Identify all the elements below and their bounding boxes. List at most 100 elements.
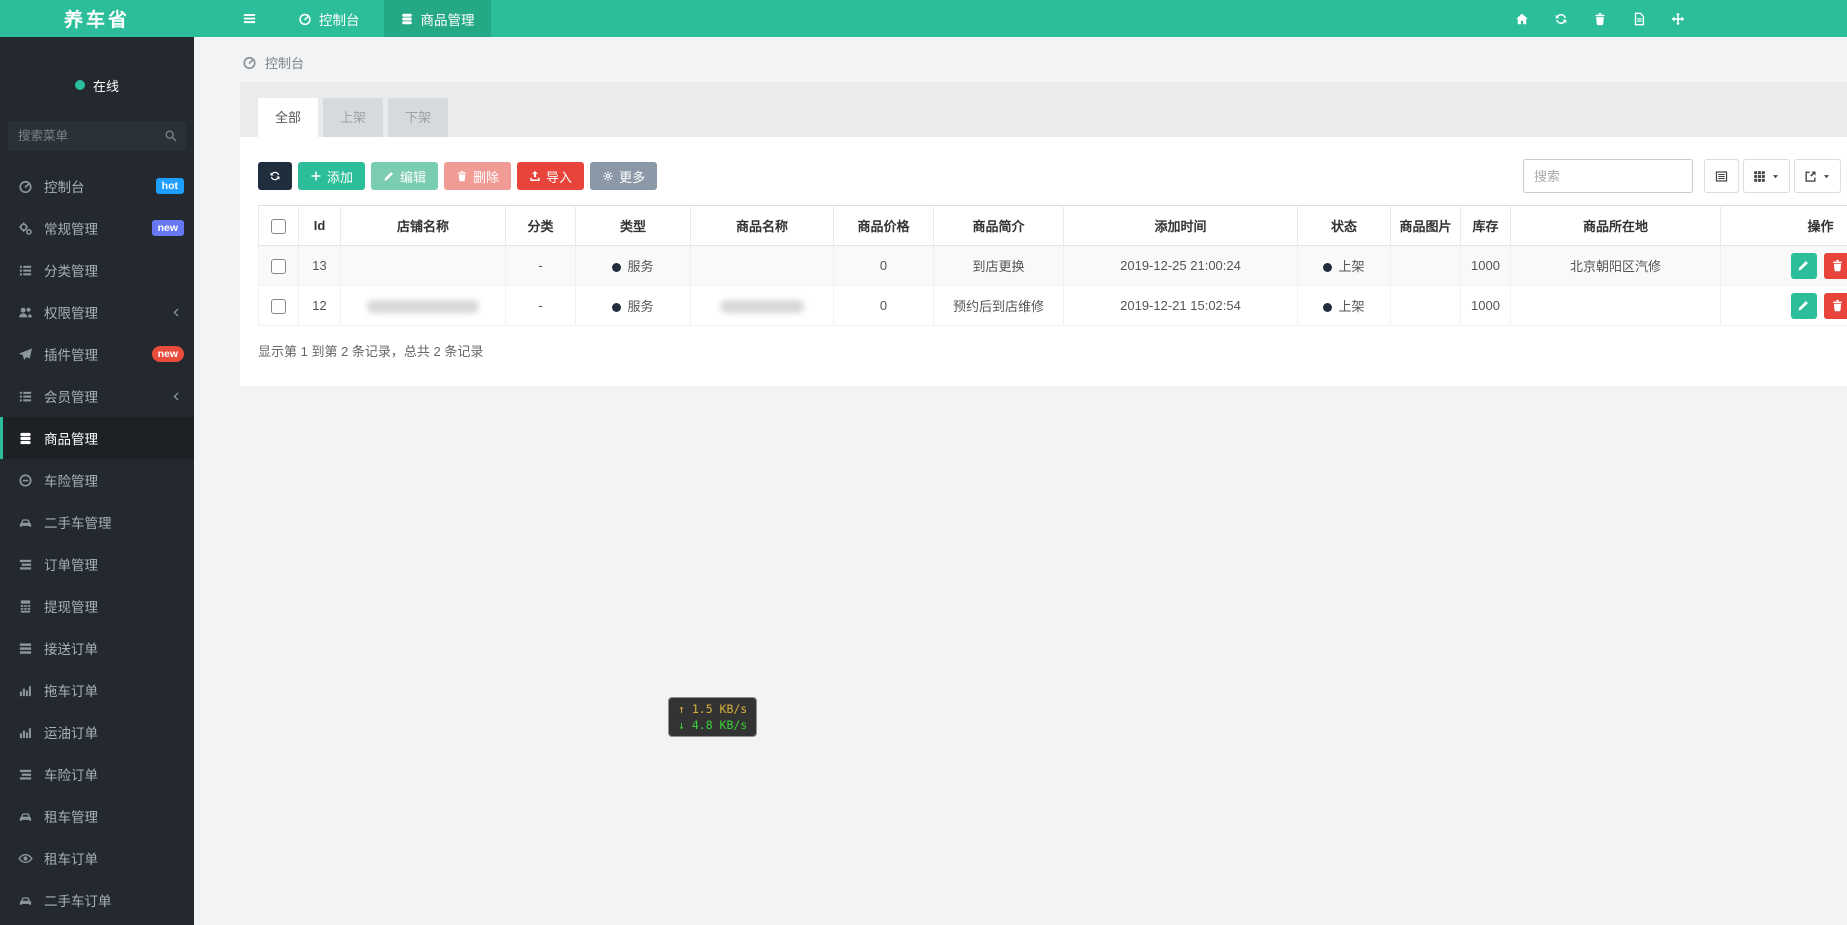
network-speed-widget: ↑ 1.5 KB/s ↓ 4.8 KB/s [668,697,757,737]
download-speed: ↓ 4.8 KB/s [678,717,747,733]
header-tab-goods[interactable]: 商品管理 [384,0,491,37]
sidebar-search [8,121,186,151]
caret-down-icon [1771,169,1780,184]
sidebar-item-rent-order[interactable]: 租车订单 [0,837,194,879]
bar-chart-icon [18,683,33,698]
table-search-input[interactable] [1523,159,1693,193]
sidebar-item-label: 车险管理 [44,470,98,490]
sidebar-item-car-insurance[interactable]: 车险管理 [0,459,194,501]
sidebar-item-pickup-order[interactable]: 接送订单 [0,627,194,669]
add-button[interactable]: 添加 [298,162,365,190]
sidebar-item-category[interactable]: 分类管理 [0,249,194,291]
online-status: 在线 [0,37,194,103]
docs-button[interactable] [1619,0,1658,37]
row-checkbox[interactable] [271,299,286,314]
sidebar-item-label: 权限管理 [44,302,98,322]
sidebar-item-withdraw[interactable]: 提现管理 [0,585,194,627]
fullscreen-button[interactable] [1658,0,1697,37]
tab-off-shelf[interactable]: 下架 [388,98,448,137]
database-icon [18,431,33,446]
header-tab-dashboard[interactable]: 控制台 [282,0,376,37]
status-dot [1323,263,1332,272]
sidebar-item-oil-order[interactable]: 运油订单 [0,711,194,753]
header-actions [1502,0,1847,37]
gear-icon [602,170,614,182]
col-price: 商品价格 [834,206,934,246]
refresh-icon [269,170,281,182]
sidebar-item-insurance-order[interactable]: 车险订单 [0,753,194,795]
tab-on-shelf[interactable]: 上架 [323,98,383,137]
detail-view-icon [1715,170,1728,183]
sidebar-item-label: 车险订单 [44,764,98,784]
cell-stock: 1000 [1461,246,1511,286]
menu-search-input[interactable] [8,121,186,151]
col-category: 分类 [506,206,576,246]
sidebar-item-general[interactable]: 常规管理 new [0,207,194,249]
import-button[interactable]: 导入 [517,162,584,190]
app-logo: 养车省 [0,0,194,37]
goods-panel: 全部 上架 下架 添加 编辑 [240,82,1847,386]
row-delete-button[interactable] [1824,253,1847,279]
sidebar-item-label: 接送订单 [44,638,98,658]
columns-button[interactable] [1743,159,1790,193]
toolbar-right [1523,159,1841,193]
sidebar-item-member[interactable]: 会员管理 [0,375,194,417]
status-dot [612,303,621,312]
refresh-button[interactable] [1541,0,1580,37]
more-button[interactable]: 更多 [590,162,657,190]
cell-category: - [506,286,576,326]
rocket-icon [18,347,33,362]
list-icon [18,389,33,404]
sidebar-item-goods[interactable]: 商品管理 [0,417,194,459]
arrows-icon [1671,12,1685,26]
upload-speed: ↑ 1.5 KB/s [678,701,747,717]
sidebar-item-rent[interactable]: 租车管理 [0,795,194,837]
table-row[interactable]: 13 - 服务 0 到店更换 2019-12-25 21:00:24 上架 10… [259,246,1847,286]
export-button[interactable] [1794,159,1841,193]
edit-button-label: 编辑 [400,167,426,186]
sidebar-item-permission[interactable]: 权限管理 [0,291,194,333]
import-button-label: 导入 [546,167,572,186]
table-row[interactable]: 12 - 服务 0 预约后到店维修 2019-12-21 15:02:54 上架… [259,286,1847,326]
cell-location [1511,286,1721,326]
delete-button[interactable]: 删除 [444,162,511,190]
cell-type: 服务 [576,246,691,286]
sidebar-item-usedcar-order[interactable]: 二手车订单 [0,879,194,921]
sidebar-item-usedcar[interactable]: 二手车管理 [0,501,194,543]
edit-button[interactable]: 编辑 [371,162,438,190]
record-summary: 显示第 1 到第 2 条记录，总共 2 条记录 [258,341,1847,360]
refresh-button[interactable] [258,162,292,190]
breadcrumb: 控制台 [194,37,1847,82]
top-header: 养车省 控制台 商品管理 [0,0,1847,37]
row-edit-button[interactable] [1791,253,1817,279]
header-tab-label: 商品管理 [421,9,475,29]
col-intro: 商品简介 [934,206,1064,246]
main-content: 控制台 全部 上架 下架 添加 编辑 [194,37,1847,925]
cell-name [691,246,834,286]
cell-added: 2019-12-25 21:00:24 [1064,246,1298,286]
sidebar-item-order[interactable]: 订单管理 [0,543,194,585]
row-checkbox[interactable] [271,259,286,274]
car-icon [18,809,33,824]
home-button[interactable] [1502,0,1541,37]
online-label: 在线 [93,76,119,95]
sidebar-item-console[interactable]: 控制台 hot [0,165,194,207]
clear-button[interactable] [1580,0,1619,37]
refresh-icon [1554,12,1568,26]
view-buttons [1700,159,1841,193]
gauge-icon [242,55,257,70]
sidebar-item-tow-order[interactable]: 拖车订单 [0,669,194,711]
cell-price: 0 [834,246,934,286]
tab-all[interactable]: 全部 [258,98,318,137]
row-delete-button[interactable] [1824,293,1847,319]
sidebar-item-plugin[interactable]: 插件管理 new [0,333,194,375]
censored-text [720,300,804,313]
pencil-icon [383,170,395,182]
panel-body: 添加 编辑 删除 导入 [240,137,1847,386]
select-all-checkbox[interactable] [271,219,286,234]
row-edit-button[interactable] [1791,293,1817,319]
detail-view-button[interactable] [1704,159,1739,193]
sidebar-toggle-button[interactable] [224,0,274,37]
more-button-label: 更多 [619,167,645,186]
filter-tabs: 全部 上架 下架 [240,82,1847,137]
